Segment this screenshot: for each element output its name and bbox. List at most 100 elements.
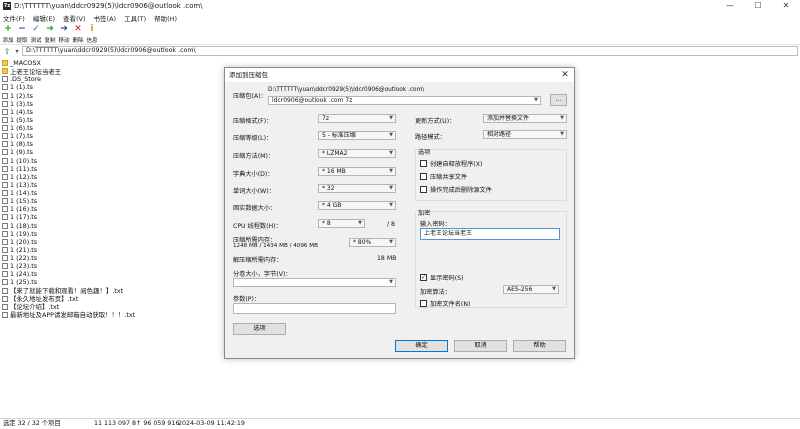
options-button[interactable]: 选项 <box>233 323 286 335</box>
file-list-item[interactable]: 1 (1).ts <box>2 83 202 91</box>
extract-button[interactable]: − 提取 <box>15 23 29 45</box>
delete-after-checkbox[interactable]: 操作完成后删除源文件 <box>420 185 492 194</box>
shared-checkbox[interactable]: 压缩共享文件 <box>420 172 467 181</box>
info-label: 信息 <box>86 38 98 44</box>
file-list-item[interactable]: 1 (15).ts <box>2 197 202 205</box>
file-list-item[interactable]: 1 (24).ts <box>2 270 202 278</box>
threads-select[interactable]: * 8 ▼ <box>318 219 365 228</box>
file-list-item[interactable]: 1 (20).ts <box>2 238 202 246</box>
archive-dir: D:\TTTTTT\yuan\ddcr0929(5)\ldcr0906@outl… <box>268 87 425 93</box>
browse-button[interactable]: ... <box>550 94 567 106</box>
dict-select[interactable]: * 16 MB ▼ <box>318 167 396 176</box>
move-arrow-icon: ➔ <box>60 24 68 34</box>
file-list-item[interactable]: 1 (23).ts <box>2 262 202 270</box>
path-mode-select[interactable]: 相对路径 ▼ <box>483 130 567 139</box>
file-name: 1 (3).ts <box>10 99 34 108</box>
file-list-item[interactable]: 1 (8).ts <box>2 140 202 148</box>
menu-bookmarks[interactable]: 书签(A) <box>94 13 117 23</box>
file-list-item[interactable]: 1 (2).ts <box>2 92 202 100</box>
info-button[interactable]: i 信息 <box>85 23 99 45</box>
add-label: 添加 <box>2 38 14 44</box>
menu-bar: 文件(F) 编辑(E) 查看(V) 书签(A) 工具(T) 帮助(H) <box>0 12 800 23</box>
file-name: 1 (2).ts <box>10 91 34 100</box>
password-input[interactable]: 上老王论坛当老王 <box>420 228 560 240</box>
encrypt-names-checkbox[interactable]: 加密文件名(N) <box>420 299 470 308</box>
file-list-item[interactable]: 1 (13).ts <box>2 181 202 189</box>
ok-button[interactable]: 确定 <box>395 340 448 352</box>
file-list-item[interactable]: 1 (7).ts <box>2 132 202 140</box>
sfx-checkbox[interactable]: 创建自释放程序(X) <box>420 159 482 168</box>
update-select[interactable]: 添加并替换文件 ▼ <box>483 114 567 123</box>
file-list-item[interactable]: 最新地址及APP请发邮箱自动获取！！！.txt <box>2 311 202 319</box>
chevron-down-icon: ▼ <box>534 97 538 103</box>
encryption-method-select[interactable]: AES-256 ▼ <box>503 285 559 294</box>
file-list-item[interactable]: .DS_Store <box>2 75 202 83</box>
move-button[interactable]: ➔ 移动 <box>57 23 71 45</box>
file-icon <box>2 263 8 270</box>
address-bar: ⇧ ▾ D:\TTTTTT\yuan\ddcr0929(5)\ldcr0906@… <box>0 45 800 57</box>
cancel-button[interactable]: 取消 <box>454 340 507 352</box>
method-label: 压缩方法(M)： <box>233 153 275 160</box>
file-list-item[interactable]: 1 (17).ts <box>2 213 202 221</box>
params-input[interactable] <box>233 303 396 314</box>
checkbox-icon <box>420 173 427 180</box>
menu-view[interactable]: 查看(V) <box>63 13 86 23</box>
address-input[interactable]: D:\TTTTTT\yuan\ddcr0929(5)\ldcr0906@outl… <box>22 46 798 56</box>
menu-file[interactable]: 文件(F) <box>3 13 25 23</box>
file-list-item[interactable]: 1 (10).ts <box>2 157 202 165</box>
threads-max: / 8 <box>387 221 395 228</box>
add-button[interactable]: + 添加 <box>1 23 15 45</box>
file-name: 1 (13).ts <box>10 180 38 189</box>
file-name: 1 (14).ts <box>10 189 38 198</box>
delete-button[interactable]: ✕ 删除 <box>71 23 85 45</box>
menu-tools[interactable]: 工具(T) <box>124 13 146 23</box>
file-icon <box>2 246 8 253</box>
menu-help[interactable]: 帮助(H) <box>154 13 177 23</box>
split-combo[interactable]: ▼ <box>233 278 396 287</box>
selection-count: 选定 32 / 32 个项目 <box>3 420 61 427</box>
maximize-button[interactable]: ☐ <box>744 0 772 12</box>
file-list-item[interactable]: 1 (16).ts <box>2 205 202 213</box>
file-list-item[interactable]: 1 (18).ts <box>2 222 202 230</box>
help-button[interactable]: 帮助 <box>513 340 566 352</box>
file-list-item[interactable]: 上老王论坛当老王 <box>2 67 202 76</box>
show-password-checkbox[interactable]: ✓ 显示密码(S) <box>420 273 464 282</box>
method-select[interactable]: * LZMA2 ▼ <box>318 149 396 158</box>
level-select[interactable]: 5 - 标准压缩 ▼ <box>318 131 396 140</box>
archive-name-combo[interactable]: ldcr0906@outlook .com 7z ▼ <box>268 96 541 105</box>
menu-edit[interactable]: 编辑(E) <box>33 13 55 23</box>
format-label: 压缩格式(F)： <box>233 118 273 125</box>
solid-label: 固实数据大小： <box>233 205 277 212</box>
solid-select[interactable]: * 4 GB ▼ <box>318 201 396 210</box>
file-list-item[interactable]: 1 (5).ts <box>2 116 202 124</box>
minimize-button[interactable]: — <box>716 0 744 12</box>
address-history-icon[interactable]: ▾ <box>12 48 22 55</box>
format-select[interactable]: 7z ▼ <box>318 114 396 123</box>
file-list-item[interactable]: 1 (12).ts <box>2 173 202 181</box>
file-name: 1 (15).ts <box>10 197 38 206</box>
file-list-item[interactable]: 1 (14).ts <box>2 189 202 197</box>
move-label: 移动 <box>58 38 70 44</box>
file-list-item[interactable]: 1 (21).ts <box>2 246 202 254</box>
file-list-item[interactable]: 1 (4).ts <box>2 108 202 116</box>
file-list-item[interactable]: 1 (3).ts <box>2 100 202 108</box>
memory-select[interactable]: * 80% ▼ <box>349 238 396 247</box>
file-icon <box>2 238 8 245</box>
file-list-item[interactable]: 1 (6).ts <box>2 124 202 132</box>
file-list-item[interactable]: 1 (22).ts <box>2 254 202 262</box>
delete-label: 删除 <box>72 38 84 44</box>
title-bar: 7z D:\TTTTTT\yuan\ddcr0929(5)\ldcr0906@o… <box>0 0 800 12</box>
test-button[interactable]: ✓ 测试 <box>29 23 43 45</box>
file-list-item[interactable]: 1 (19).ts <box>2 230 202 238</box>
file-list-item[interactable]: 1 (11).ts <box>2 165 202 173</box>
copy-button[interactable]: ➔ 复制 <box>43 23 57 45</box>
up-folder-icon[interactable]: ⇧ <box>2 47 12 56</box>
word-select[interactable]: * 32 ▼ <box>318 184 396 193</box>
file-list-item[interactable]: 1 (9).ts <box>2 148 202 156</box>
dialog-close-button[interactable]: ✕ <box>556 68 574 82</box>
file-name: 1 (11).ts <box>10 164 38 173</box>
file-name: 1 (9).ts <box>10 148 34 157</box>
checkbox-icon <box>420 160 427 167</box>
close-window-button[interactable]: ✕ <box>772 0 800 12</box>
file-icon <box>2 303 8 310</box>
